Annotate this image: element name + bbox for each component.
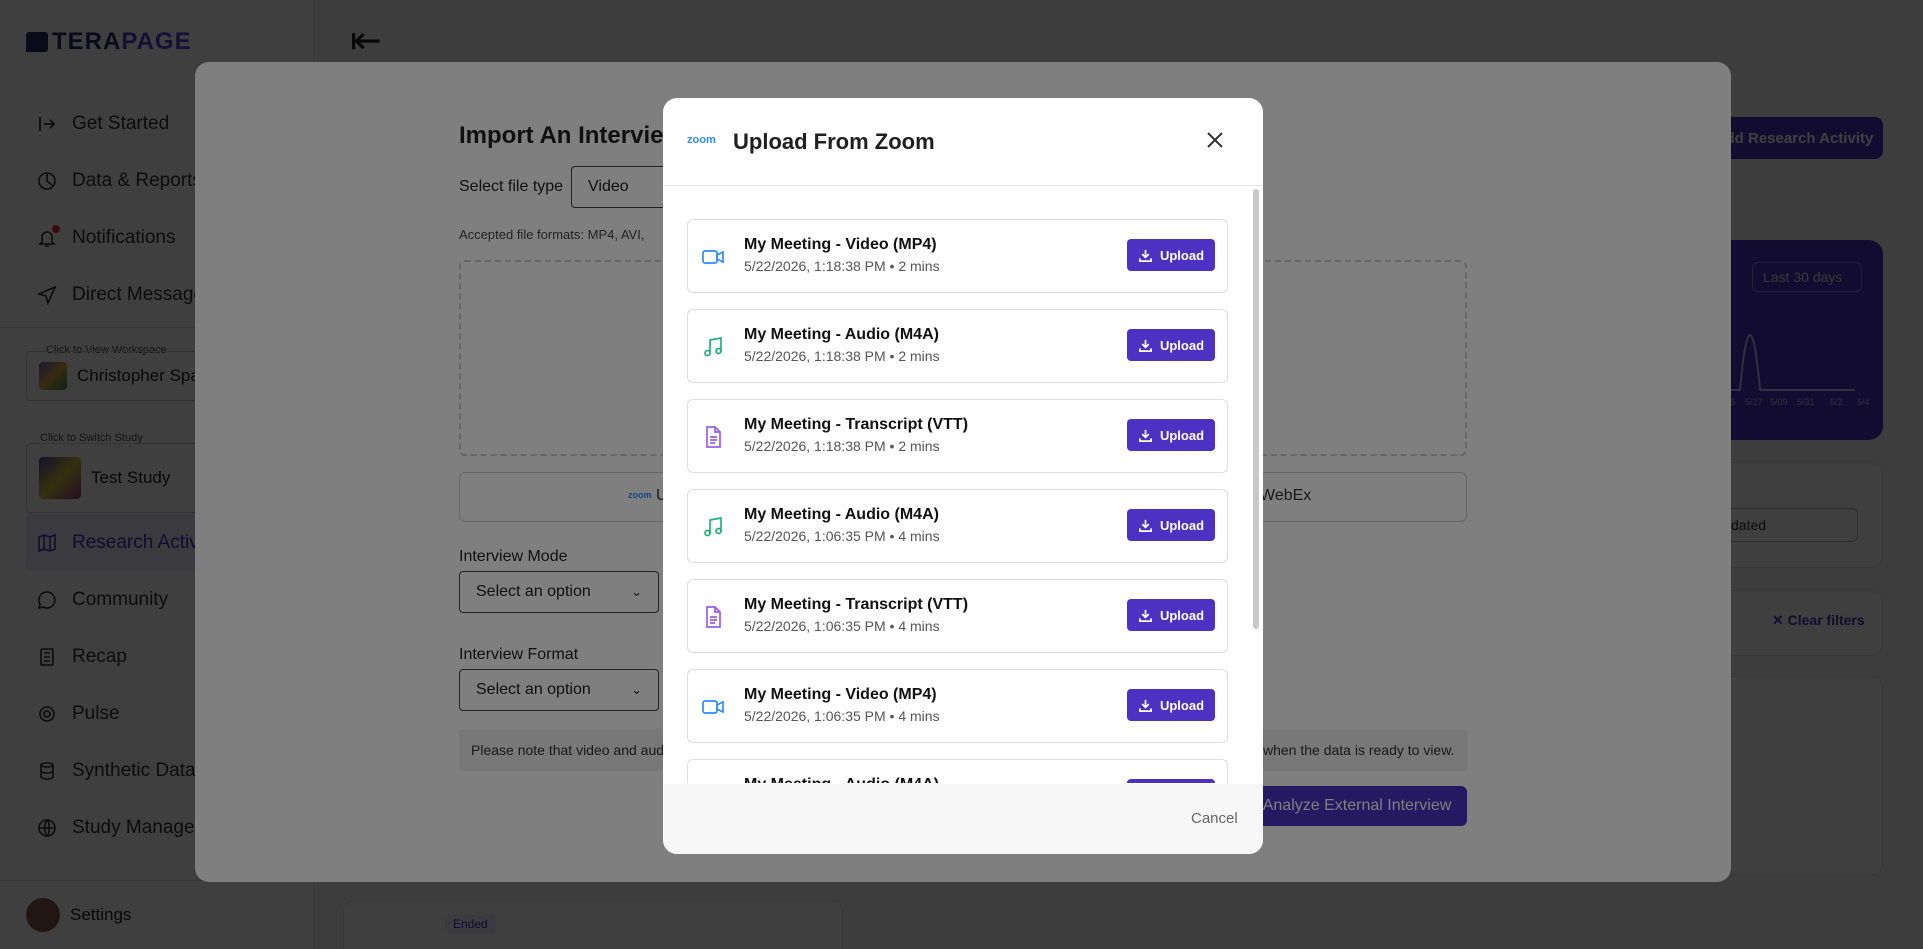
- download-icon: [1139, 519, 1152, 532]
- recording-item: My Meeting - Audio (M4A) 5/22/2026, 1:18:…: [687, 309, 1228, 383]
- download-icon: [1139, 249, 1152, 262]
- music-note-icon: [702, 336, 724, 358]
- upload-button[interactable]: Upload: [1127, 509, 1215, 541]
- music-note-icon: [702, 516, 724, 538]
- recording-item: My Meeting - Audio (M4A) 5/22/2026, 1:06:…: [687, 489, 1228, 563]
- recording-item: My Meeting - Transcript (VTT) 5/22/2026, …: [687, 399, 1228, 473]
- upload-label: Upload: [1159, 517, 1205, 533]
- zoom-modal-header: zoom Upload From Zoom: [663, 98, 1263, 186]
- zoom-modal-title: Upload From Zoom: [733, 129, 935, 154]
- upload-label: Upload: [1159, 427, 1205, 443]
- recording-meta: 5/22/2026, 1:18:38 PM • 2 mins: [744, 348, 940, 364]
- recording-name: My Meeting - Transcript (VTT): [744, 596, 969, 613]
- zoom-logo-icon: zoom: [687, 134, 716, 146]
- upload-button[interactable]: Upload: [1127, 689, 1215, 721]
- document-icon: [702, 426, 724, 448]
- recording-name: My Meeting - Audio (M4A): [744, 506, 939, 523]
- recording-item: My Meeting - Audio (M4A) Upload: [687, 759, 1228, 783]
- upload-button[interactable]: Upload: [1127, 419, 1215, 451]
- cancel-button[interactable]: Cancel: [1191, 810, 1238, 827]
- upload-label: Upload: [1159, 247, 1205, 263]
- recording-meta: 5/22/2026, 1:06:35 PM • 4 mins: [744, 618, 940, 634]
- upload-button[interactable]: Upload: [1127, 779, 1215, 783]
- recordings-scrollbar[interactable]: [1253, 189, 1259, 629]
- upload-button[interactable]: Upload: [1127, 239, 1215, 271]
- upload-button[interactable]: Upload: [1127, 329, 1215, 361]
- recording-meta: 5/22/2026, 1:06:35 PM • 4 mins: [744, 708, 940, 724]
- recording-name: My Meeting - Audio (M4A): [744, 776, 939, 783]
- recordings-list[interactable]: My Meeting - Video (MP4) 5/22/2026, 1:18:…: [687, 219, 1231, 783]
- document-icon: [702, 606, 724, 628]
- recording-meta: 5/22/2026, 1:18:38 PM • 2 mins: [744, 438, 940, 454]
- upload-from-zoom-modal: zoom Upload From Zoom My Meeting - Video…: [663, 98, 1263, 854]
- download-icon: [1139, 429, 1152, 442]
- download-icon: [1139, 699, 1152, 712]
- upload-label: Upload: [1159, 337, 1205, 353]
- recording-item: My Meeting - Transcript (VTT) 5/22/2026, …: [687, 579, 1228, 653]
- recording-name: My Meeting - Transcript (VTT): [744, 416, 969, 433]
- close-icon[interactable]: [1203, 128, 1227, 152]
- recording-item: My Meeting - Video (MP4) 5/22/2026, 1:18:…: [687, 219, 1228, 293]
- recording-name: My Meeting - Video (MP4): [744, 236, 937, 253]
- upload-button[interactable]: Upload: [1127, 599, 1215, 631]
- upload-label: Upload: [1159, 697, 1205, 713]
- download-icon: [1139, 609, 1152, 622]
- recording-item: My Meeting - Video (MP4) 5/22/2026, 1:06:…: [687, 669, 1228, 743]
- video-camera-icon: [702, 246, 724, 268]
- download-icon: [1139, 339, 1152, 352]
- recording-name: My Meeting - Audio (M4A): [744, 326, 939, 343]
- video-camera-icon: [702, 696, 724, 718]
- recording-meta: 5/22/2026, 1:18:38 PM • 2 mins: [744, 258, 940, 274]
- upload-label: Upload: [1159, 607, 1205, 623]
- recording-name: My Meeting - Video (MP4): [744, 686, 937, 703]
- zoom-modal-footer: [663, 784, 1263, 854]
- recording-meta: 5/22/2026, 1:06:35 PM • 4 mins: [744, 528, 940, 544]
